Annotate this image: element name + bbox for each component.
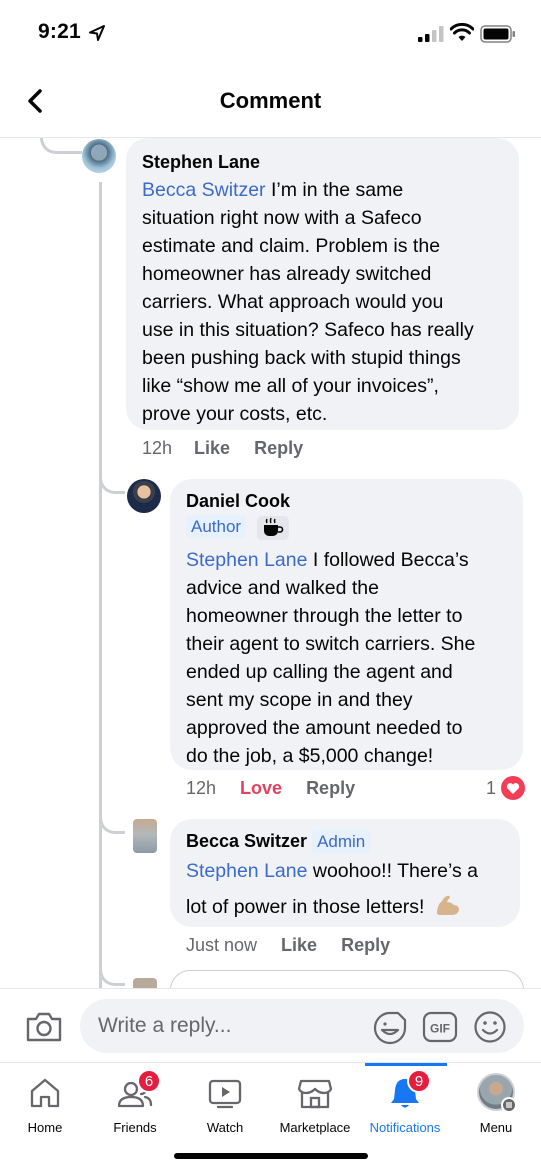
tab-friends[interactable]: 6 Friends <box>90 1063 180 1143</box>
notifications-badge: 9 <box>407 1069 431 1093</box>
tab-marketplace[interactable]: Marketplace <box>270 1063 360 1143</box>
avatar[interactable] <box>133 819 157 853</box>
tab-notifications[interactable]: 9 Notifications <box>360 1063 450 1143</box>
author-name[interactable]: Becca Switzer <box>186 831 307 851</box>
comment-actions: 12h Love Reply <box>186 778 355 799</box>
friends-badge: 6 <box>137 1069 161 1093</box>
comment-time[interactable]: Just now <box>186 935 257 956</box>
comment-author[interactable]: Daniel Cook <box>186 490 516 512</box>
comment-text: Stephen Lane woohoo!! There’s a lot of p… <box>186 860 479 918</box>
reaction-count[interactable]: 1 <box>486 776 526 800</box>
watch-icon <box>208 1079 242 1109</box>
reply-button[interactable]: Reply <box>341 935 390 956</box>
reply-placeholder: Write a reply... <box>98 1014 232 1037</box>
thread-line <box>99 182 102 992</box>
thread-connector <box>99 808 125 834</box>
comment-bubble: Daniel Cook Author Stephen Lane I follow… <box>170 479 523 770</box>
svg-text:GIF: GIF <box>430 1022 450 1036</box>
thread-connector <box>99 470 125 494</box>
camera-icon[interactable] <box>24 1009 64 1045</box>
tab-home[interactable]: Home <box>0 1063 90 1143</box>
like-button[interactable]: Like <box>194 438 230 459</box>
mention-link[interactable]: Stephen Lane <box>186 860 307 882</box>
header: Comment <box>0 66 541 138</box>
signal-icon <box>418 26 444 42</box>
love-button[interactable]: Love <box>240 778 282 799</box>
like-button[interactable]: Like <box>281 935 317 956</box>
coffee-badge <box>256 515 289 540</box>
sticker-icon[interactable] <box>372 1010 408 1046</box>
tab-label: Notifications <box>369 1120 441 1135</box>
author-badge: Author <box>186 515 247 538</box>
status-time: 9:21 <box>38 20 81 43</box>
comment-author[interactable]: Stephen Lane <box>142 151 512 173</box>
admin-badge: Admin <box>312 830 371 853</box>
comment-bubble: Becca Switzer Admin Stephen Lane woohoo!… <box>170 819 520 927</box>
gif-icon[interactable]: GIF <box>422 1011 458 1043</box>
comment-author: Becca Switzer Admin <box>186 830 516 853</box>
comment-text: Stephen Lane I followed Becca’s advice a… <box>186 549 476 767</box>
home-icon <box>30 1078 60 1108</box>
comment-bubble: Stephen Lane Becca Switzer I’m in the sa… <box>126 138 519 430</box>
page-title: Comment <box>219 88 322 113</box>
menu-avatar-icon <box>477 1073 517 1113</box>
avatar[interactable] <box>127 479 161 513</box>
tab-label: Menu <box>479 1120 513 1135</box>
comment-actions: Just now Like Reply <box>186 935 390 956</box>
coffee-icon <box>263 517 283 536</box>
battery-icon <box>480 25 515 43</box>
tab-label: Watch <box>206 1120 244 1135</box>
comment-time[interactable]: 12h <box>142 438 172 459</box>
tab-label: Marketplace <box>279 1120 351 1135</box>
reply-button[interactable]: Reply <box>306 778 355 799</box>
avatar[interactable] <box>82 139 116 173</box>
mention-link[interactable]: Becca Switzer <box>142 179 266 201</box>
thread-connector <box>99 960 125 986</box>
emoji-icon[interactable] <box>473 1010 507 1044</box>
tab-label: Friends <box>113 1120 157 1135</box>
thread-connector <box>40 138 82 154</box>
location-arrow-icon <box>89 25 105 41</box>
comment-text: Becca Switzer I’m in the same situation … <box>142 179 474 425</box>
reaction-number: 1 <box>486 777 497 798</box>
flexed-biceps-icon <box>436 895 459 915</box>
wifi-icon <box>450 23 474 41</box>
heart-icon <box>501 776 526 800</box>
reply-button[interactable]: Reply <box>254 438 303 459</box>
tab-menu[interactable]: Menu <box>451 1063 541 1143</box>
comment-time[interactable]: 12h <box>186 778 216 799</box>
home-indicator <box>174 1153 368 1159</box>
reply-input[interactable]: Write a reply... GIF <box>80 999 524 1053</box>
marketplace-icon <box>297 1079 333 1109</box>
mention-link[interactable]: Stephen Lane <box>186 549 307 571</box>
comment-actions: 12h Like Reply <box>142 438 303 459</box>
reply-composer: Write a reply... GIF <box>0 988 541 1062</box>
tab-label: Home <box>27 1120 63 1135</box>
menu-lines-icon <box>506 1102 512 1108</box>
tab-watch[interactable]: Watch <box>180 1063 270 1143</box>
status-bar: 9:21 <box>0 0 541 66</box>
